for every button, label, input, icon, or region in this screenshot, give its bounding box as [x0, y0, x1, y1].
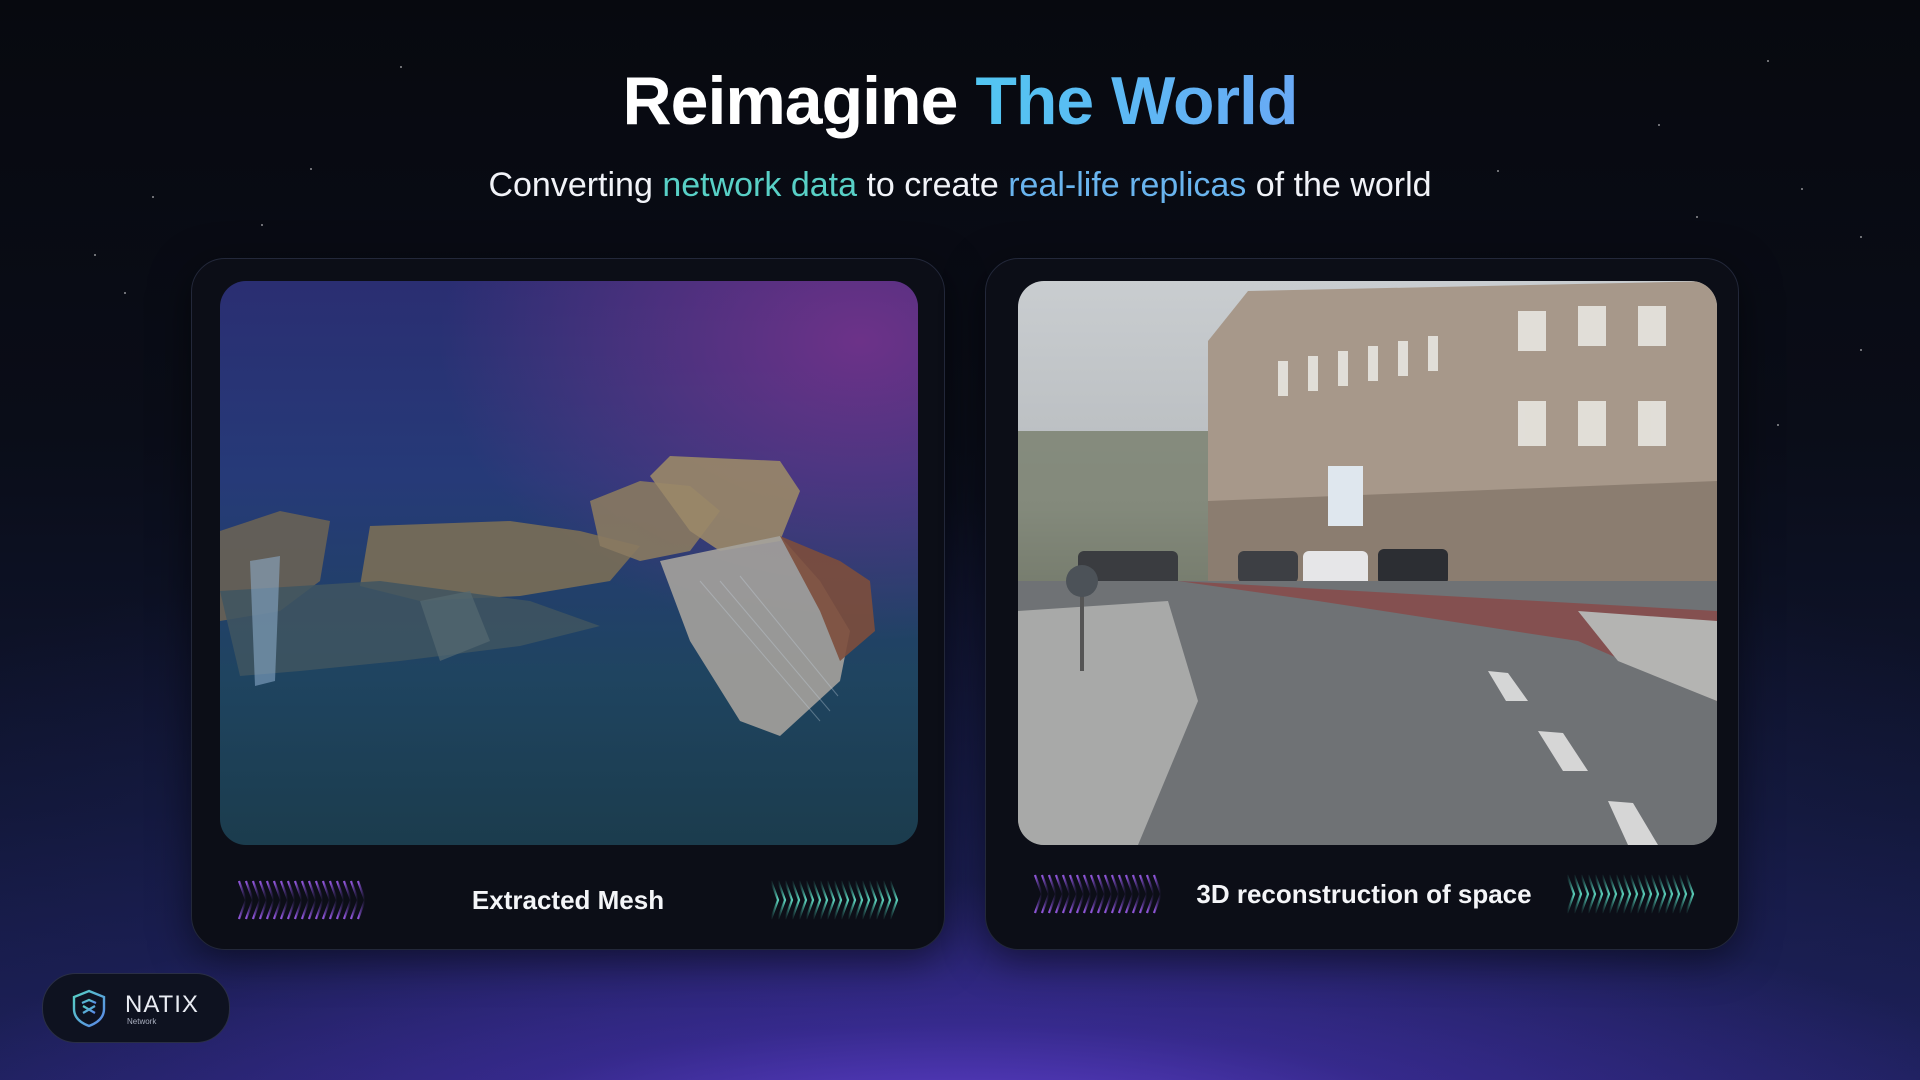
- star: [1696, 216, 1698, 218]
- subtitle-part2: to create: [866, 166, 999, 204]
- subtitle-part3: of the world: [1255, 166, 1432, 204]
- title-main: Reimagine: [622, 63, 959, 139]
- street-image: [1018, 281, 1717, 845]
- star: [1860, 236, 1862, 238]
- star: [1777, 424, 1779, 426]
- subtitle-part1: Converting: [488, 166, 653, 204]
- shield-icon: [72, 989, 106, 1028]
- star: [94, 254, 96, 256]
- reconstruction-card: 3D reconstruction of space: [985, 258, 1739, 950]
- star: [261, 224, 263, 226]
- star: [124, 292, 126, 294]
- subtitle-highlight-network-data: network data: [662, 166, 857, 204]
- reconstruction-caption: 3D reconstruction of space: [1196, 879, 1532, 909]
- mesh-card: Extracted Mesh: [191, 258, 945, 950]
- subtitle-highlight-replicas: real-life replicas: [1008, 166, 1247, 204]
- mesh-image: [220, 281, 918, 845]
- natix-logo-badge[interactable]: NATIX Network: [42, 973, 230, 1043]
- page-title: Reimagine The World: [0, 62, 1920, 140]
- title-accent: The World: [975, 63, 1298, 139]
- page-subtitle: Converting network data to create real-l…: [0, 166, 1920, 205]
- logo-sub: Network: [127, 1017, 157, 1026]
- logo-name: NATIX: [125, 991, 199, 1018]
- mesh-caption: Extracted Mesh: [471, 885, 665, 915]
- reconstruction-caption-bar: 3D reconstruction of space: [1033, 871, 1695, 917]
- mesh-caption-bar: Extracted Mesh: [237, 877, 899, 923]
- star: [1860, 349, 1862, 351]
